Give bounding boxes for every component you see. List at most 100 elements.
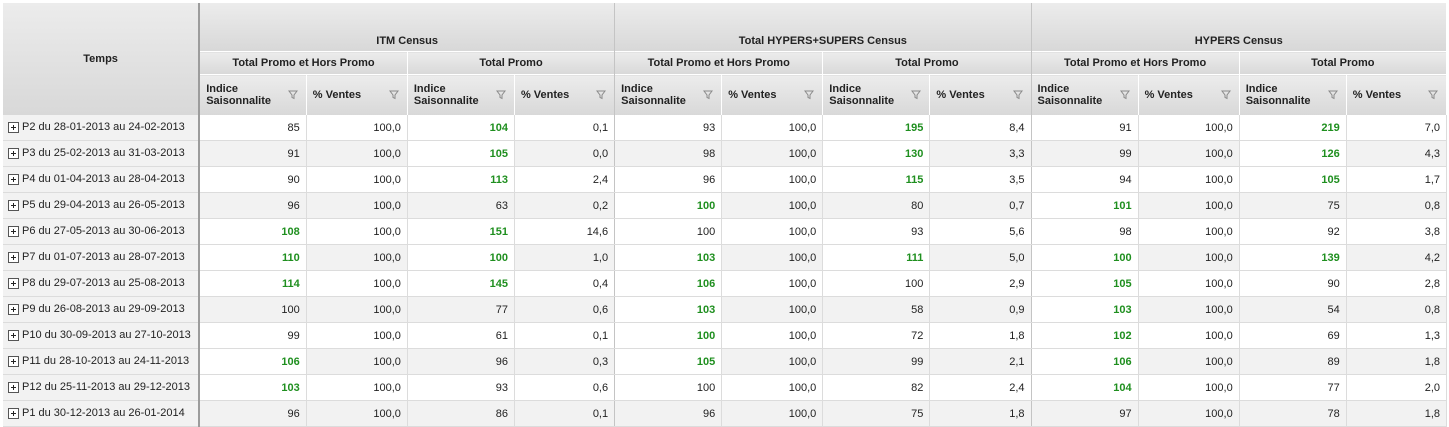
indice-cell[interactable]: 100 bbox=[407, 244, 515, 271]
indice-cell[interactable]: 103 bbox=[614, 244, 723, 271]
indice-cell[interactable]: 94 bbox=[1031, 166, 1139, 193]
ventes-cell[interactable]: 100,0 bbox=[721, 218, 824, 245]
ventes-cell[interactable]: 0,7 bbox=[929, 192, 1032, 219]
indice-cell[interactable]: 96 bbox=[407, 348, 515, 375]
indice-cell[interactable]: 113 bbox=[407, 166, 515, 193]
indice-cell[interactable]: 63 bbox=[407, 192, 515, 219]
indice-cell[interactable]: 106 bbox=[199, 348, 307, 375]
ventes-cell[interactable]: 2,4 bbox=[514, 166, 616, 193]
ventes-cell[interactable]: 100,0 bbox=[1138, 296, 1240, 323]
ventes-cell[interactable]: 100,0 bbox=[306, 192, 408, 219]
measure-header-indice[interactable]: Indice Saisonnalite bbox=[1239, 74, 1347, 115]
indice-cell[interactable]: 111 bbox=[822, 244, 931, 271]
indice-cell[interactable]: 96 bbox=[614, 166, 723, 193]
ventes-cell[interactable]: 3,3 bbox=[929, 140, 1032, 167]
indice-cell[interactable]: 69 bbox=[1239, 322, 1347, 349]
indice-cell[interactable]: 100 bbox=[614, 218, 723, 245]
indice-cell[interactable]: 105 bbox=[407, 140, 515, 167]
ventes-cell[interactable]: 0,9 bbox=[929, 296, 1032, 323]
ventes-cell[interactable]: 7,0 bbox=[1346, 115, 1448, 141]
ventes-cell[interactable]: 100,0 bbox=[721, 322, 824, 349]
ventes-cell[interactable]: 100,0 bbox=[306, 218, 408, 245]
indice-cell[interactable]: 54 bbox=[1239, 296, 1347, 323]
ventes-cell[interactable]: 3,8 bbox=[1346, 218, 1448, 245]
indice-cell[interactable]: 105 bbox=[1239, 166, 1347, 193]
indice-cell[interactable]: 93 bbox=[407, 374, 515, 401]
ventes-cell[interactable]: 1,0 bbox=[514, 244, 616, 271]
indice-cell[interactable]: 104 bbox=[407, 115, 515, 141]
indice-cell[interactable]: 151 bbox=[407, 218, 515, 245]
ventes-cell[interactable]: 4,3 bbox=[1346, 140, 1448, 167]
expand-icon[interactable] bbox=[8, 174, 19, 186]
ventes-cell[interactable]: 0,8 bbox=[1346, 296, 1448, 323]
ventes-cell[interactable]: 0,6 bbox=[514, 374, 616, 401]
ventes-cell[interactable]: 100,0 bbox=[1138, 270, 1240, 297]
ventes-cell[interactable]: 100,0 bbox=[306, 296, 408, 323]
indice-cell[interactable]: 93 bbox=[614, 115, 723, 141]
ventes-cell[interactable]: 100,0 bbox=[306, 374, 408, 401]
measure-header-ventes[interactable]: % Ventes bbox=[1346, 74, 1448, 115]
measure-header-indice[interactable]: Indice Saisonnalite bbox=[199, 74, 307, 115]
indice-cell[interactable]: 93 bbox=[822, 218, 931, 245]
indice-cell[interactable]: 98 bbox=[1031, 218, 1139, 245]
ventes-cell[interactable]: 100,0 bbox=[1138, 166, 1240, 193]
indice-cell[interactable]: 102 bbox=[1031, 322, 1139, 349]
ventes-cell[interactable]: 100,0 bbox=[306, 322, 408, 349]
expand-icon[interactable] bbox=[8, 304, 19, 316]
ventes-cell[interactable]: 100,0 bbox=[1138, 374, 1240, 401]
measure-header-indice[interactable]: Indice Saisonnalite bbox=[614, 74, 723, 115]
ventes-cell[interactable]: 1,7 bbox=[1346, 166, 1448, 193]
filter-icon[interactable] bbox=[1327, 90, 1338, 100]
indice-cell[interactable]: 85 bbox=[199, 115, 307, 141]
ventes-cell[interactable]: 100,0 bbox=[306, 115, 408, 141]
ventes-cell[interactable]: 100,0 bbox=[721, 244, 824, 271]
ventes-cell[interactable]: 2,4 bbox=[929, 374, 1032, 401]
indice-cell[interactable]: 99 bbox=[199, 322, 307, 349]
expand-icon[interactable] bbox=[8, 356, 19, 368]
ventes-cell[interactable]: 3,5 bbox=[929, 166, 1032, 193]
indice-cell[interactable]: 82 bbox=[822, 374, 931, 401]
indice-cell[interactable]: 61 bbox=[407, 322, 515, 349]
measure-header-ventes[interactable]: % Ventes bbox=[721, 74, 824, 115]
indice-cell[interactable]: 100 bbox=[822, 270, 931, 297]
ventes-cell[interactable]: 100,0 bbox=[1138, 115, 1240, 141]
ventes-cell[interactable]: 14,6 bbox=[514, 218, 616, 245]
ventes-cell[interactable]: 100,0 bbox=[1138, 322, 1240, 349]
indice-cell[interactable]: 103 bbox=[614, 296, 723, 323]
expand-icon[interactable] bbox=[8, 382, 19, 394]
indice-cell[interactable]: 92 bbox=[1239, 218, 1347, 245]
ventes-cell[interactable]: 2,1 bbox=[929, 348, 1032, 375]
indice-cell[interactable]: 77 bbox=[407, 296, 515, 323]
ventes-cell[interactable]: 100,0 bbox=[721, 374, 824, 401]
indice-cell[interactable]: 77 bbox=[1239, 374, 1347, 401]
ventes-cell[interactable]: 0,1 bbox=[514, 322, 616, 349]
ventes-cell[interactable]: 0,8 bbox=[1346, 192, 1448, 219]
measure-header-ventes[interactable]: % Ventes bbox=[306, 74, 408, 115]
filter-icon[interactable] bbox=[1428, 90, 1438, 100]
filter-icon[interactable] bbox=[388, 90, 399, 100]
ventes-cell[interactable]: 100,0 bbox=[1138, 192, 1240, 219]
ventes-cell[interactable]: 100,0 bbox=[306, 270, 408, 297]
indice-cell[interactable]: 103 bbox=[199, 374, 307, 401]
indice-cell[interactable]: 80 bbox=[822, 192, 931, 219]
indice-cell[interactable]: 145 bbox=[407, 270, 515, 297]
ventes-cell[interactable]: 0,0 bbox=[514, 140, 616, 167]
indice-cell[interactable]: 99 bbox=[822, 348, 931, 375]
indice-cell[interactable]: 90 bbox=[1239, 270, 1347, 297]
indice-cell[interactable]: 139 bbox=[1239, 244, 1347, 271]
ventes-cell[interactable]: 0,3 bbox=[514, 348, 616, 375]
ventes-cell[interactable]: 100,0 bbox=[721, 348, 824, 375]
ventes-cell[interactable]: 100,0 bbox=[1138, 348, 1240, 375]
ventes-cell[interactable]: 100,0 bbox=[306, 140, 408, 167]
ventes-cell[interactable]: 2,9 bbox=[929, 270, 1032, 297]
expand-icon[interactable] bbox=[8, 226, 19, 238]
ventes-cell[interactable]: 0,4 bbox=[514, 270, 616, 297]
indice-cell[interactable]: 105 bbox=[1031, 270, 1139, 297]
filter-icon[interactable] bbox=[596, 90, 607, 100]
ventes-cell[interactable]: 100,0 bbox=[1138, 244, 1240, 271]
expand-icon[interactable] bbox=[8, 408, 19, 420]
ventes-cell[interactable]: 100,0 bbox=[306, 166, 408, 193]
ventes-cell[interactable]: 100,0 bbox=[721, 192, 824, 219]
ventes-cell[interactable]: 100,0 bbox=[721, 296, 824, 323]
ventes-cell[interactable]: 2,0 bbox=[1346, 374, 1448, 401]
